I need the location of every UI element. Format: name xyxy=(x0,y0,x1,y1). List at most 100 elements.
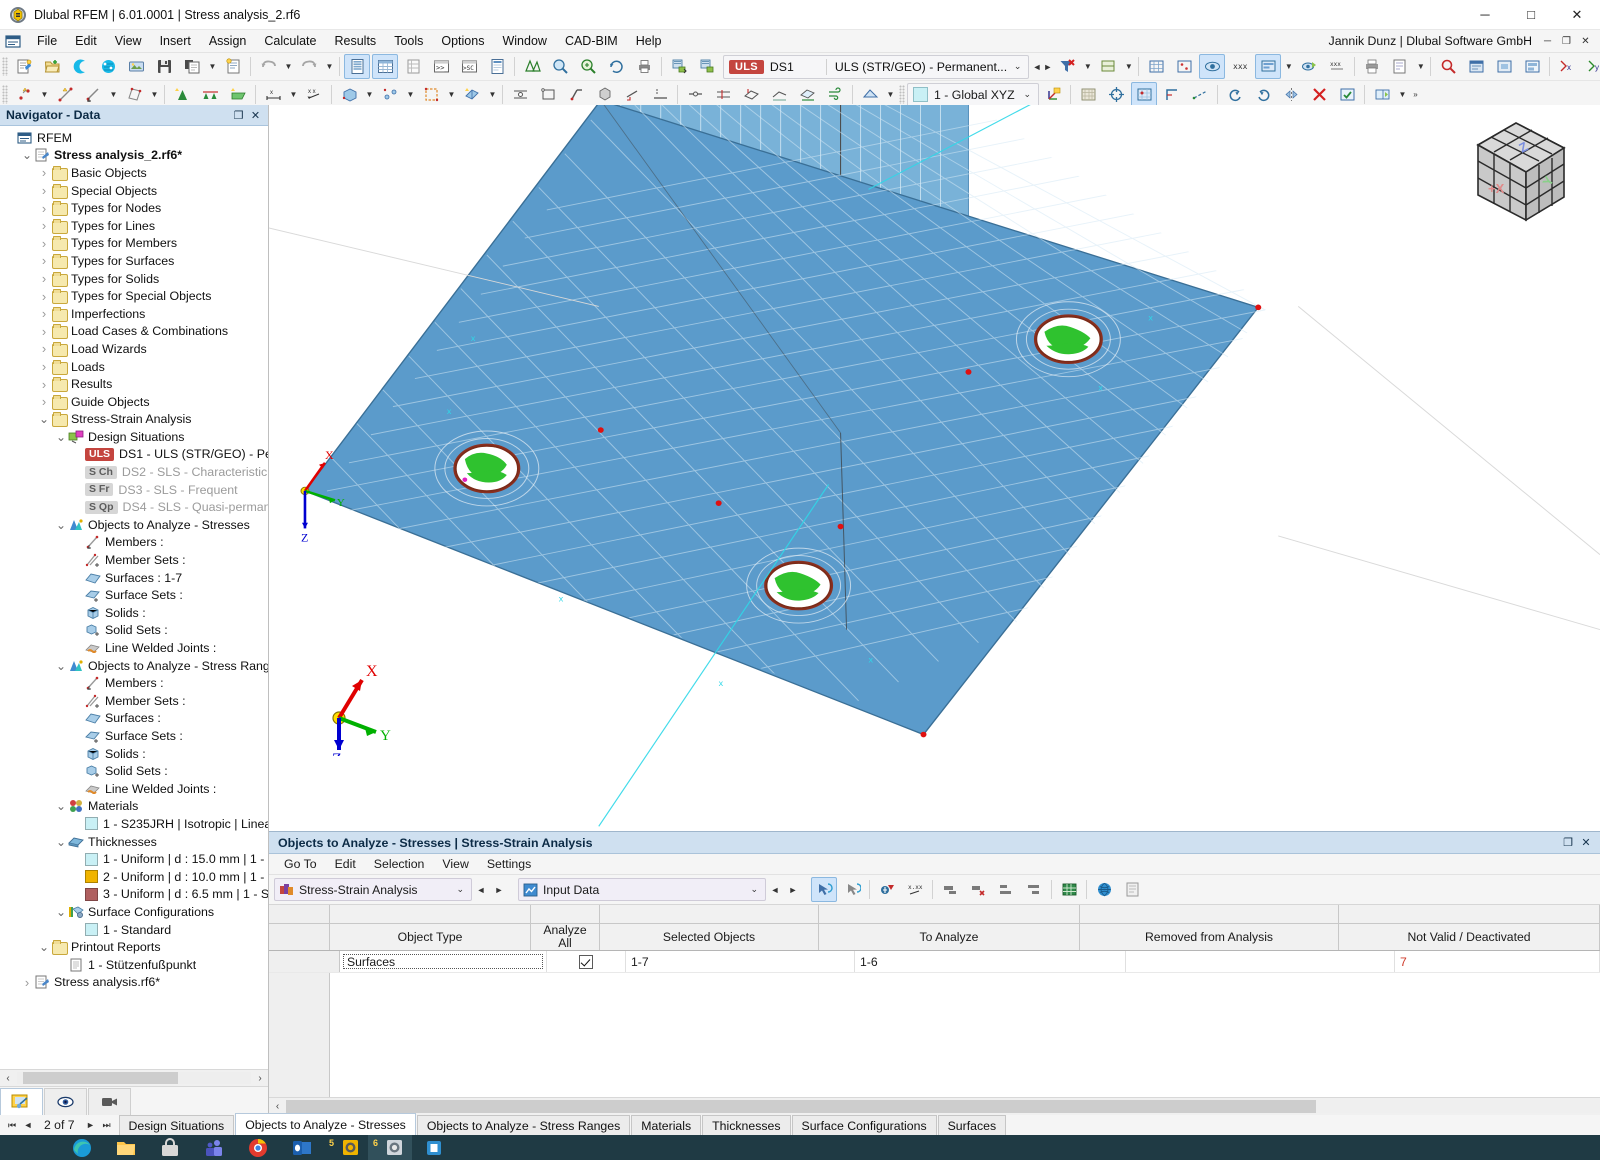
console-button[interactable]: >>_ xyxy=(428,54,454,79)
tab-surfaces[interactable]: Surfaces xyxy=(937,1115,1007,1135)
tab-objects-to-analyze-stresses[interactable]: Objects to Analyze - Stresses xyxy=(235,1113,416,1135)
insert-row-button[interactable] xyxy=(937,877,963,902)
navigator-close-button[interactable]: ✕ xyxy=(247,107,264,123)
cell-removed-from-analysis[interactable] xyxy=(1126,951,1395,972)
result-table-toggle[interactable] xyxy=(400,54,426,79)
tree-item[interactable]: 1 - Standard xyxy=(0,921,268,939)
script-console-button[interactable]: >SC xyxy=(456,54,482,79)
new-node-dropdown-icon[interactable]: ▼ xyxy=(38,83,51,106)
new-member-dropdown-icon[interactable]: ▼ xyxy=(107,83,120,106)
delete-row-button[interactable] xyxy=(965,877,991,902)
tree-item[interactable]: ULS DS1 - ULS (STR/GEO) - Permar xyxy=(0,446,268,464)
chevron-right-icon[interactable]: › xyxy=(37,237,51,250)
deselect-button[interactable] xyxy=(839,877,865,902)
rigid-link-button[interactable] xyxy=(563,82,589,107)
chevron-right-icon[interactable]: › xyxy=(37,342,51,355)
chevron-right-icon[interactable]: › xyxy=(20,976,34,989)
snap-button[interactable] xyxy=(1103,82,1129,107)
chevron-right-icon[interactable]: › xyxy=(37,272,51,285)
chevron-down-icon[interactable]: ⌄ xyxy=(54,800,68,812)
pager-prev-button[interactable]: ◄ xyxy=(20,1120,36,1130)
table-row[interactable]: Surfaces 1-7 1-6 7 xyxy=(269,951,1600,973)
menu-window[interactable]: Window xyxy=(493,32,555,50)
indent-row-button[interactable] xyxy=(993,877,1019,902)
design-situation-combo[interactable]: ULS DS1 ULS (STR/GEO) - Permanent... ⌄ xyxy=(723,54,1030,79)
render-mode-button[interactable] xyxy=(1199,54,1226,79)
tree-item[interactable]: Surfaces : 1-7 xyxy=(0,569,268,587)
dimension-x-button[interactable]: x xyxy=(260,82,286,107)
redo-button[interactable] xyxy=(296,54,322,79)
nodal-support-button[interactable] xyxy=(169,82,195,107)
eccentricity-button[interactable] xyxy=(619,82,645,107)
tree-item[interactable]: S Fr DS3 - SLS - Frequent xyxy=(0,481,268,499)
toolbar-overflow-icon[interactable]: » xyxy=(1409,83,1422,106)
display-properties-dropdown-icon[interactable]: ▼ xyxy=(1282,55,1295,78)
chevron-right-icon[interactable]: › xyxy=(37,254,51,267)
tree-item[interactable]: ⌄ Design Situations xyxy=(0,428,268,446)
work-plane-button[interactable] xyxy=(1075,82,1101,107)
tree-item[interactable]: Solids : xyxy=(0,745,268,763)
show-mesh-button[interactable] xyxy=(1143,54,1169,79)
chevron-down-icon[interactable]: ⌄ xyxy=(54,660,68,672)
cell-object-type-value[interactable]: Surfaces xyxy=(343,954,543,969)
member-result-button[interactable] xyxy=(647,82,673,107)
explorer-icon[interactable] xyxy=(104,1135,148,1160)
save-as-button[interactable] xyxy=(179,54,205,79)
teams-icon[interactable] xyxy=(192,1135,236,1160)
export-button[interactable] xyxy=(1387,54,1413,79)
tree-item[interactable]: Members : xyxy=(0,674,268,692)
display-properties-button[interactable] xyxy=(1255,54,1282,79)
menu-options[interactable]: Options xyxy=(432,32,493,50)
chrome-icon[interactable] xyxy=(236,1135,280,1160)
pager-next-button[interactable]: ► xyxy=(83,1120,99,1130)
tree-item[interactable]: RFEM xyxy=(0,129,268,147)
chevron-right-icon[interactable]: › xyxy=(37,360,51,373)
tree-item[interactable]: › Load Wizards xyxy=(0,340,268,358)
tab-design-situations[interactable]: Design Situations xyxy=(118,1115,235,1135)
sort-y-button[interactable]: y xyxy=(1582,54,1600,79)
design-situation-next-button[interactable]: ► xyxy=(1042,55,1053,78)
tree-item[interactable]: Solids : xyxy=(0,604,268,622)
tab-materials[interactable]: Materials xyxy=(631,1115,702,1135)
tree-item[interactable]: Surface Sets : xyxy=(0,586,268,604)
grid-header-analyze-all[interactable]: Analyze All xyxy=(531,924,600,950)
menu-calculate[interactable]: Calculate xyxy=(255,32,325,50)
tab-objects-to-analyze-stress-ranges[interactable]: Objects to Analyze - Stress Ranges xyxy=(416,1115,631,1135)
model-copy-button[interactable] xyxy=(1491,54,1517,79)
menu-help[interactable]: Help xyxy=(627,32,671,50)
delete-button[interactable] xyxy=(1306,82,1332,107)
guideline-button[interactable] xyxy=(1187,82,1213,107)
chevron-right-icon[interactable]: › xyxy=(37,378,51,391)
design-situation-prev-button[interactable]: ◄ xyxy=(1031,55,1042,78)
app-icon[interactable] xyxy=(412,1135,456,1160)
tab-surface-configurations[interactable]: Surface Configurations xyxy=(791,1115,937,1135)
tree-item[interactable]: S Qp DS4 - SLS - Quasi-permanent xyxy=(0,498,268,516)
table-panel-close-button[interactable]: ✕ xyxy=(1577,834,1595,851)
printout-report-button[interactable] xyxy=(220,54,246,79)
chevron-down-icon[interactable]: ⌄ xyxy=(452,884,471,895)
line-hinge-button[interactable] xyxy=(507,82,533,107)
tree-item[interactable]: › Loads xyxy=(0,358,268,376)
online-help-button[interactable] xyxy=(1091,877,1117,902)
mesh-generate-button[interactable] xyxy=(519,54,545,79)
tree-item[interactable]: 2 - Uniform | d : 10.0 mm | 1 - S23 xyxy=(0,868,268,886)
zoom-button[interactable] xyxy=(547,54,573,79)
tree-item[interactable]: › Types for Members xyxy=(0,235,268,253)
analyze-all-checkbox[interactable] xyxy=(579,954,593,969)
surface-set-button[interactable] xyxy=(459,82,485,107)
chevron-right-icon[interactable]: › xyxy=(37,307,51,320)
new-coordinate-system-button[interactable] xyxy=(1040,82,1066,107)
units-settings-button[interactable] xyxy=(874,877,900,902)
tree-item[interactable]: › Types for Special Objects xyxy=(0,287,268,305)
table-menu-view[interactable]: View xyxy=(433,855,477,873)
tree-item[interactable]: Surface Sets : xyxy=(0,727,268,745)
load-case-next-button[interactable] xyxy=(694,54,720,79)
mdi-restore-button[interactable]: ❐ xyxy=(1557,32,1576,50)
toolbar-grip[interactable] xyxy=(2,57,8,76)
table-panel-toggle[interactable] xyxy=(372,54,398,79)
member-hinge-button[interactable] xyxy=(535,82,561,107)
mirror-button[interactable] xyxy=(1278,82,1304,107)
model-check-button[interactable] xyxy=(1334,82,1360,107)
opening-dropdown-icon[interactable]: ▼ xyxy=(445,83,458,106)
support-3d-button[interactable] xyxy=(591,82,617,107)
